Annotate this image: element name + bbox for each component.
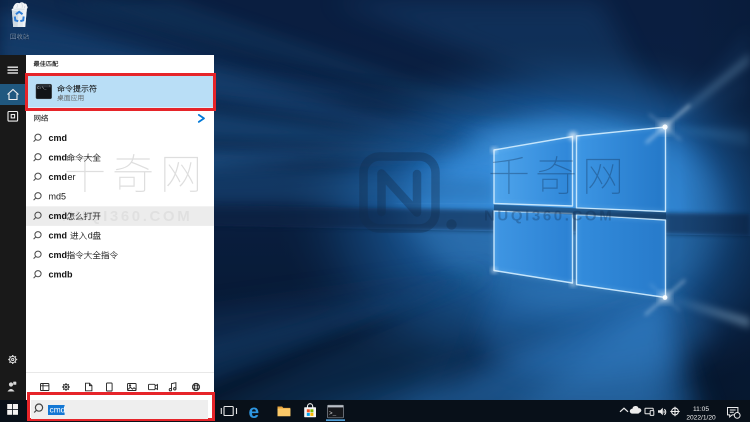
svg-text:cmdb: cmdb: [48, 270, 73, 280]
svg-text:d: d: [87, 231, 92, 241]
svg-text:cmd: cmd: [48, 133, 67, 143]
svg-text:11:05: 11:05: [693, 406, 709, 413]
svg-text:cmd: cmd: [48, 153, 67, 163]
svg-text:er: er: [67, 172, 75, 182]
svg-text:NUQI360.COM: NUQI360.COM: [484, 208, 614, 225]
svg-text:e: e: [249, 402, 260, 422]
svg-text:cmd: cmd: [48, 172, 67, 182]
svg-text:md5: md5: [48, 192, 66, 202]
svg-text:>_: >_: [329, 410, 337, 417]
svg-text:2022/1/20: 2022/1/20: [686, 415, 716, 422]
svg-text:cmd: cmd: [48, 250, 67, 260]
svg-text:cmd: cmd: [48, 231, 67, 241]
svg-text:cmd: cmd: [50, 404, 66, 414]
svg-text:NUQI360.COM: NUQI360.COM: [62, 208, 192, 225]
